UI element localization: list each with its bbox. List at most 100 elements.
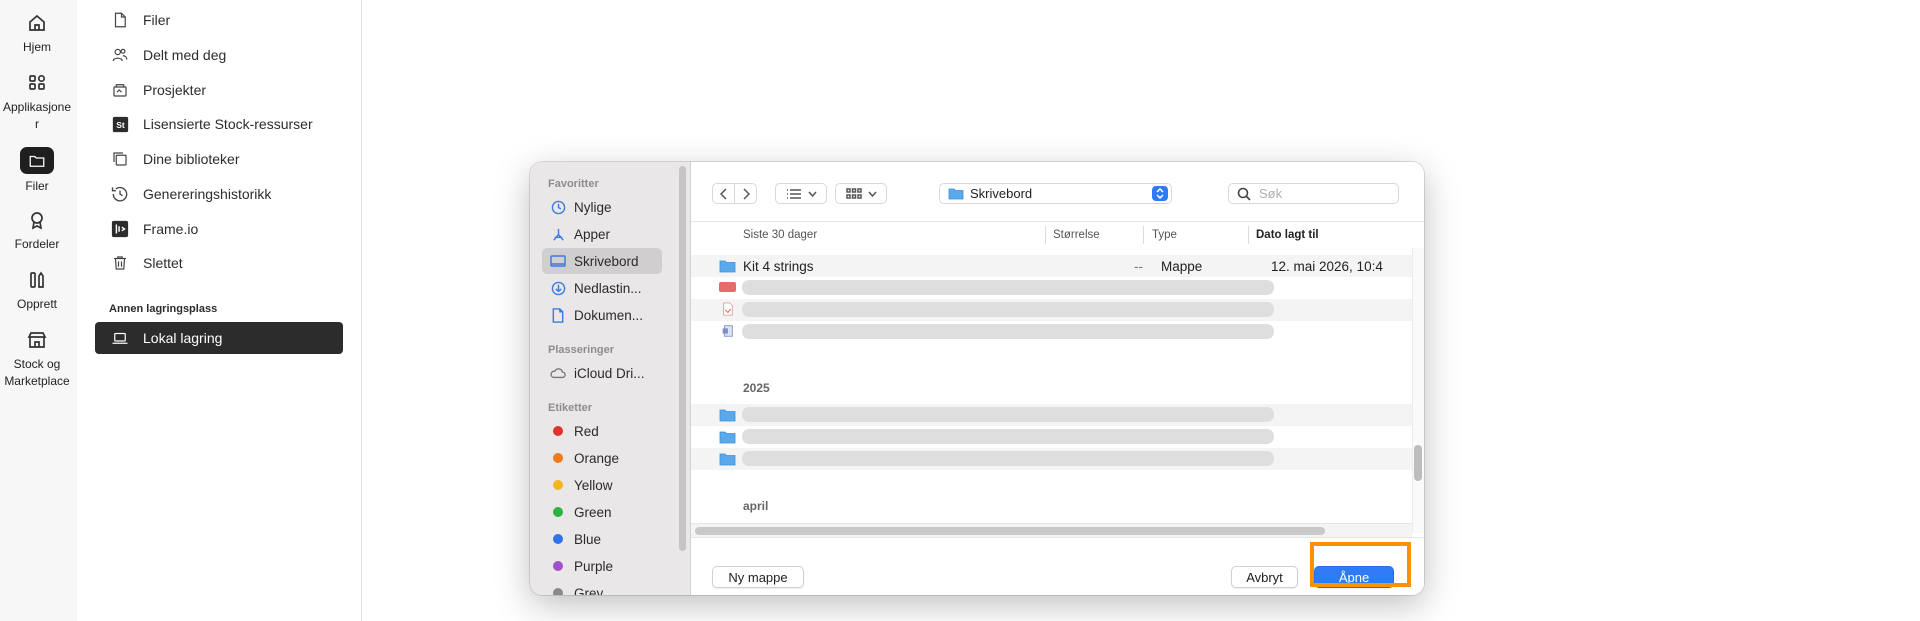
file-row[interactable] <box>691 321 1416 343</box>
tag-dot-icon <box>553 426 563 436</box>
search-placeholder: Søk <box>1259 186 1283 201</box>
nav-item-label: Dine biblioteker <box>143 151 240 167</box>
document-icon <box>552 307 564 323</box>
file-name: Kit 4 strings <box>743 258 814 274</box>
file-row[interactable] <box>691 426 1416 448</box>
folder-icon <box>29 155 45 167</box>
chevron-left-icon <box>719 187 727 200</box>
rail-item-files[interactable]: Filer <box>0 147 74 195</box>
nav-item-files[interactable]: Filer <box>109 4 170 36</box>
trash-icon <box>114 256 126 270</box>
nav-item-label: Genereringshistorikk <box>143 186 272 202</box>
nav-item-local-storage[interactable]: Lokal lagring <box>95 322 343 354</box>
file-row[interactable]: Kit 4 strings -- Mappe 12. mai 2026, 10:… <box>691 255 1416 277</box>
shared-icon <box>112 48 128 62</box>
forward-button[interactable] <box>734 183 757 204</box>
chevron-down-icon <box>867 191 877 197</box>
cancel-button[interactable]: Avbryt <box>1231 566 1298 588</box>
sidebar-header-tags: Etiketter <box>548 402 593 414</box>
sidebar-item-applications[interactable]: Apper <box>542 221 662 247</box>
rail-item-create[interactable]: Opprett <box>0 268 74 313</box>
back-button[interactable] <box>712 183 735 204</box>
sidebar-item-recents[interactable]: Nylige <box>542 194 662 220</box>
nav-item-label: Frame.io <box>143 221 199 237</box>
rail-item-label: Opprett <box>16 297 58 311</box>
tag-dot-icon <box>553 480 563 490</box>
rail-item-label: Filer <box>25 179 49 193</box>
award-icon <box>31 212 43 230</box>
file-row[interactable] <box>691 277 1416 299</box>
nav-item-trash[interactable]: Slettet <box>109 247 183 279</box>
nav-item-history[interactable]: Genereringshistorikk <box>109 178 271 210</box>
grid-view-button[interactable] <box>835 183 887 204</box>
frameio-icon <box>111 220 129 238</box>
sidebar-item-label: Purple <box>574 558 614 574</box>
rail-item-label: Applikasjone r <box>2 100 72 131</box>
rail-item-stock[interactable]: Stock og Marketplace <box>0 328 74 390</box>
sidebar-item-documents[interactable]: Dokumen... <box>542 302 662 328</box>
location-label: Skrivebord <box>970 186 1033 201</box>
dialog-sidebar: Favoritter Nylige Apper Skrivebord Nedla… <box>530 162 691 595</box>
group-header: 2025 <box>743 381 770 395</box>
sidebar-item-downloads[interactable]: Nedlastin... <box>542 275 662 301</box>
vertical-scroll-thumb[interactable] <box>1414 445 1422 481</box>
sidebar-item-desktop[interactable]: Skrivebord <box>542 248 662 274</box>
sidebar-tag-red[interactable]: Red <box>542 418 662 444</box>
column-header-size[interactable]: Størrelse <box>1053 222 1100 248</box>
file-row[interactable] <box>691 299 1416 321</box>
nav-item-stock[interactable]: St Lisensierte Stock-ressurser <box>109 108 313 140</box>
stock-icon: St <box>112 116 128 132</box>
folder-icon <box>948 188 964 200</box>
new-folder-button[interactable]: Ny mappe <box>712 566 804 588</box>
folder-icon <box>719 431 736 444</box>
nav-item-label: Prosjekter <box>143 82 207 98</box>
sidebar-tag-yellow[interactable]: Yellow <box>542 472 662 498</box>
sidebar-item-label: Apper <box>574 226 611 242</box>
sidebar-tag-green[interactable]: Green <box>542 499 662 525</box>
nav-item-shared[interactable]: Delt med deg <box>109 39 226 71</box>
list-view-button[interactable] <box>775 183 827 204</box>
open-button-highlight <box>1310 542 1411 587</box>
sidebar-item-label: Blue <box>574 531 602 547</box>
vertical-scrollbar[interactable] <box>1412 248 1424 533</box>
location-popup[interactable]: Skrivebord <box>939 183 1172 204</box>
clock-icon <box>551 200 565 214</box>
file-type: Mappe <box>1161 258 1203 274</box>
horizontal-scroll-thumb[interactable] <box>695 527 1325 535</box>
search-field[interactable]: Søk <box>1228 183 1399 204</box>
sidebar-tag-grey[interactable]: Grey <box>542 580 662 595</box>
sidebar-item-label: iCloud Dri... <box>574 365 645 381</box>
file-row[interactable] <box>691 448 1416 470</box>
file-row[interactable] <box>691 404 1416 426</box>
folder-icon <box>719 453 736 466</box>
sidebar-item-label: Skrivebord <box>574 253 639 269</box>
nav-item-projects[interactable]: Prosjekter <box>109 74 206 106</box>
sidebar-tag-purple[interactable]: Purple <box>542 553 662 579</box>
sidebar-scrollbar[interactable] <box>679 166 686 551</box>
apps-icon <box>29 74 46 90</box>
dialog-main: Skrivebord Søk Siste 30 dager Størrelse … <box>691 162 1424 595</box>
column-header-date[interactable]: Dato lagt til <box>1256 222 1319 248</box>
sidebar-item-label: Red <box>574 423 599 439</box>
column-header-name[interactable]: Siste 30 dager <box>743 222 817 248</box>
redacted-row <box>742 429 1274 444</box>
sidebar-item-icloud[interactable]: iCloud Dri... <box>542 360 662 386</box>
rail-item-benefits[interactable]: Fordeler <box>0 208 74 253</box>
popup-arrows-icon <box>1152 186 1168 201</box>
sidebar-tag-orange[interactable]: Orange <box>542 445 662 471</box>
sidebar-tag-blue[interactable]: Blue <box>542 526 662 552</box>
redacted-row <box>742 324 1274 339</box>
nav-item-libraries[interactable]: Dine biblioteker <box>109 143 240 175</box>
redacted-row <box>742 407 1274 422</box>
download-icon <box>551 281 565 295</box>
rail-item-label: Fordeler <box>14 237 60 251</box>
column-header-type[interactable]: Type <box>1152 222 1177 248</box>
nav-item-frameio[interactable]: Frame.io <box>109 213 198 245</box>
file-icon <box>114 12 126 28</box>
rail-item-home[interactable]: Hjem <box>0 11 74 56</box>
sidebar-header-places: Plasseringer <box>548 344 615 356</box>
rail-item-apps[interactable]: Applikasjone r <box>0 71 74 133</box>
nav-item-label: Lisensierte Stock-ressurser <box>143 116 313 132</box>
search-icon <box>1237 187 1251 201</box>
files-nav-panel: Filer Delt med deg Prosjekter St Lisensi… <box>77 0 362 621</box>
